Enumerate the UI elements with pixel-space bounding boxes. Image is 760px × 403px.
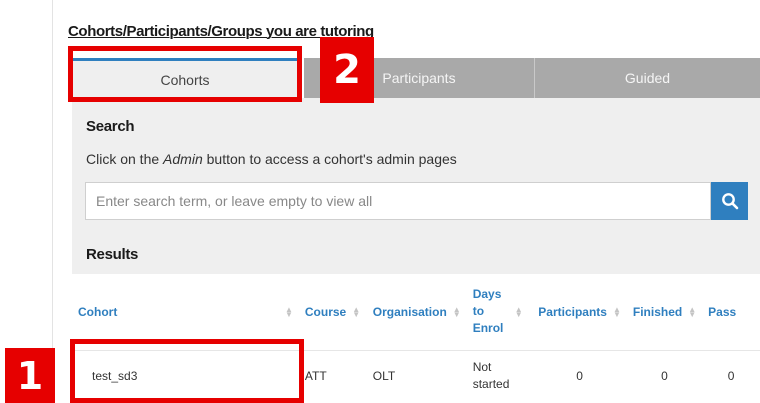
pass-cell: 0 bbox=[702, 349, 760, 402]
column-header-label: Course bbox=[304, 304, 347, 319]
column-header-pass[interactable]: Pass bbox=[702, 274, 760, 350]
tab-cohorts-label: Cohorts bbox=[160, 71, 210, 88]
column-header-days-to-enrol[interactable]: Days to Enrol ▲ ▼ bbox=[467, 274, 533, 350]
participants-cell: 0 bbox=[532, 349, 627, 402]
column-header-cohort[interactable]: Cohort ▲ ▼ bbox=[72, 274, 299, 350]
cohorts-panel: Search Click on the Admin button to acce… bbox=[72, 98, 760, 403]
sort-icon: ▲ ▼ bbox=[452, 304, 461, 319]
search-icon bbox=[721, 193, 738, 210]
column-header-label: Participants bbox=[538, 304, 607, 319]
column-header-label: Pass bbox=[708, 304, 737, 319]
column-header-finished[interactable]: Finished ▲ ▼ bbox=[627, 274, 702, 350]
search-heading: Search bbox=[86, 118, 135, 135]
table-header-row: Cohort ▲ ▼ Course ▲ ▼ Organisation ▲ ▼ Days to… bbox=[72, 274, 760, 350]
search-input[interactable] bbox=[85, 182, 711, 220]
sort-icon: ▲ ▼ bbox=[514, 304, 523, 319]
column-header-label: Cohort bbox=[78, 304, 118, 319]
tab-guided-label: Guided bbox=[624, 70, 671, 86]
results-table: Cohort ▲ ▼ Course ▲ ▼ Organisation ▲ ▼ Days to… bbox=[72, 274, 760, 402]
instructions-text-end: button to access a cohort's admin pages bbox=[202, 151, 457, 167]
callout-badge-2: 2 bbox=[320, 37, 374, 103]
column-header-label: Finished bbox=[632, 304, 683, 319]
callout-badge-1: 1 bbox=[5, 348, 55, 403]
finished-cell: 0 bbox=[626, 349, 703, 402]
course-cell: ATT bbox=[298, 349, 367, 402]
results-heading: Results bbox=[86, 246, 139, 263]
admin-emphasis: Admin bbox=[163, 151, 203, 167]
column-header-course[interactable]: Course ▲ ▼ bbox=[299, 274, 367, 350]
column-header-label: Organisation bbox=[372, 304, 447, 319]
tab-bar: Cohorts Participants Guided bbox=[72, 58, 760, 98]
sort-icon: ▲ ▼ bbox=[352, 304, 361, 319]
column-header-participants[interactable]: Participants ▲ ▼ bbox=[532, 274, 627, 350]
search-button[interactable] bbox=[711, 182, 748, 220]
tab-guided[interactable]: Guided bbox=[534, 58, 760, 98]
tab-participants-label: Participants bbox=[382, 70, 456, 86]
column-header-organisation[interactable]: Organisation ▲ ▼ bbox=[367, 274, 467, 350]
sort-icon: ▲ ▼ bbox=[612, 304, 621, 319]
results-table-container: Cohort ▲ ▼ Course ▲ ▼ Organisation ▲ ▼ Days to… bbox=[72, 274, 760, 403]
days-to-enrol-cell: Not started bbox=[466, 349, 533, 402]
column-header-label: Days to Enrol bbox=[472, 287, 504, 336]
page-left-divider bbox=[52, 0, 53, 403]
sort-icon: ▲ ▼ bbox=[688, 304, 697, 319]
search-instructions: Click on the Admin button to access a co… bbox=[86, 151, 457, 167]
cohort-cell[interactable]: test_sd3 bbox=[72, 349, 299, 402]
organisation-cell: OLT bbox=[366, 349, 467, 402]
table-row[interactable]: test_sd3 ATT OLT Not started 0 0 0 bbox=[72, 349, 760, 402]
instructions-text-start: Click on the bbox=[86, 151, 164, 167]
sort-icon: ▲ ▼ bbox=[284, 304, 293, 319]
tab-cohorts[interactable]: Cohorts bbox=[72, 58, 298, 98]
